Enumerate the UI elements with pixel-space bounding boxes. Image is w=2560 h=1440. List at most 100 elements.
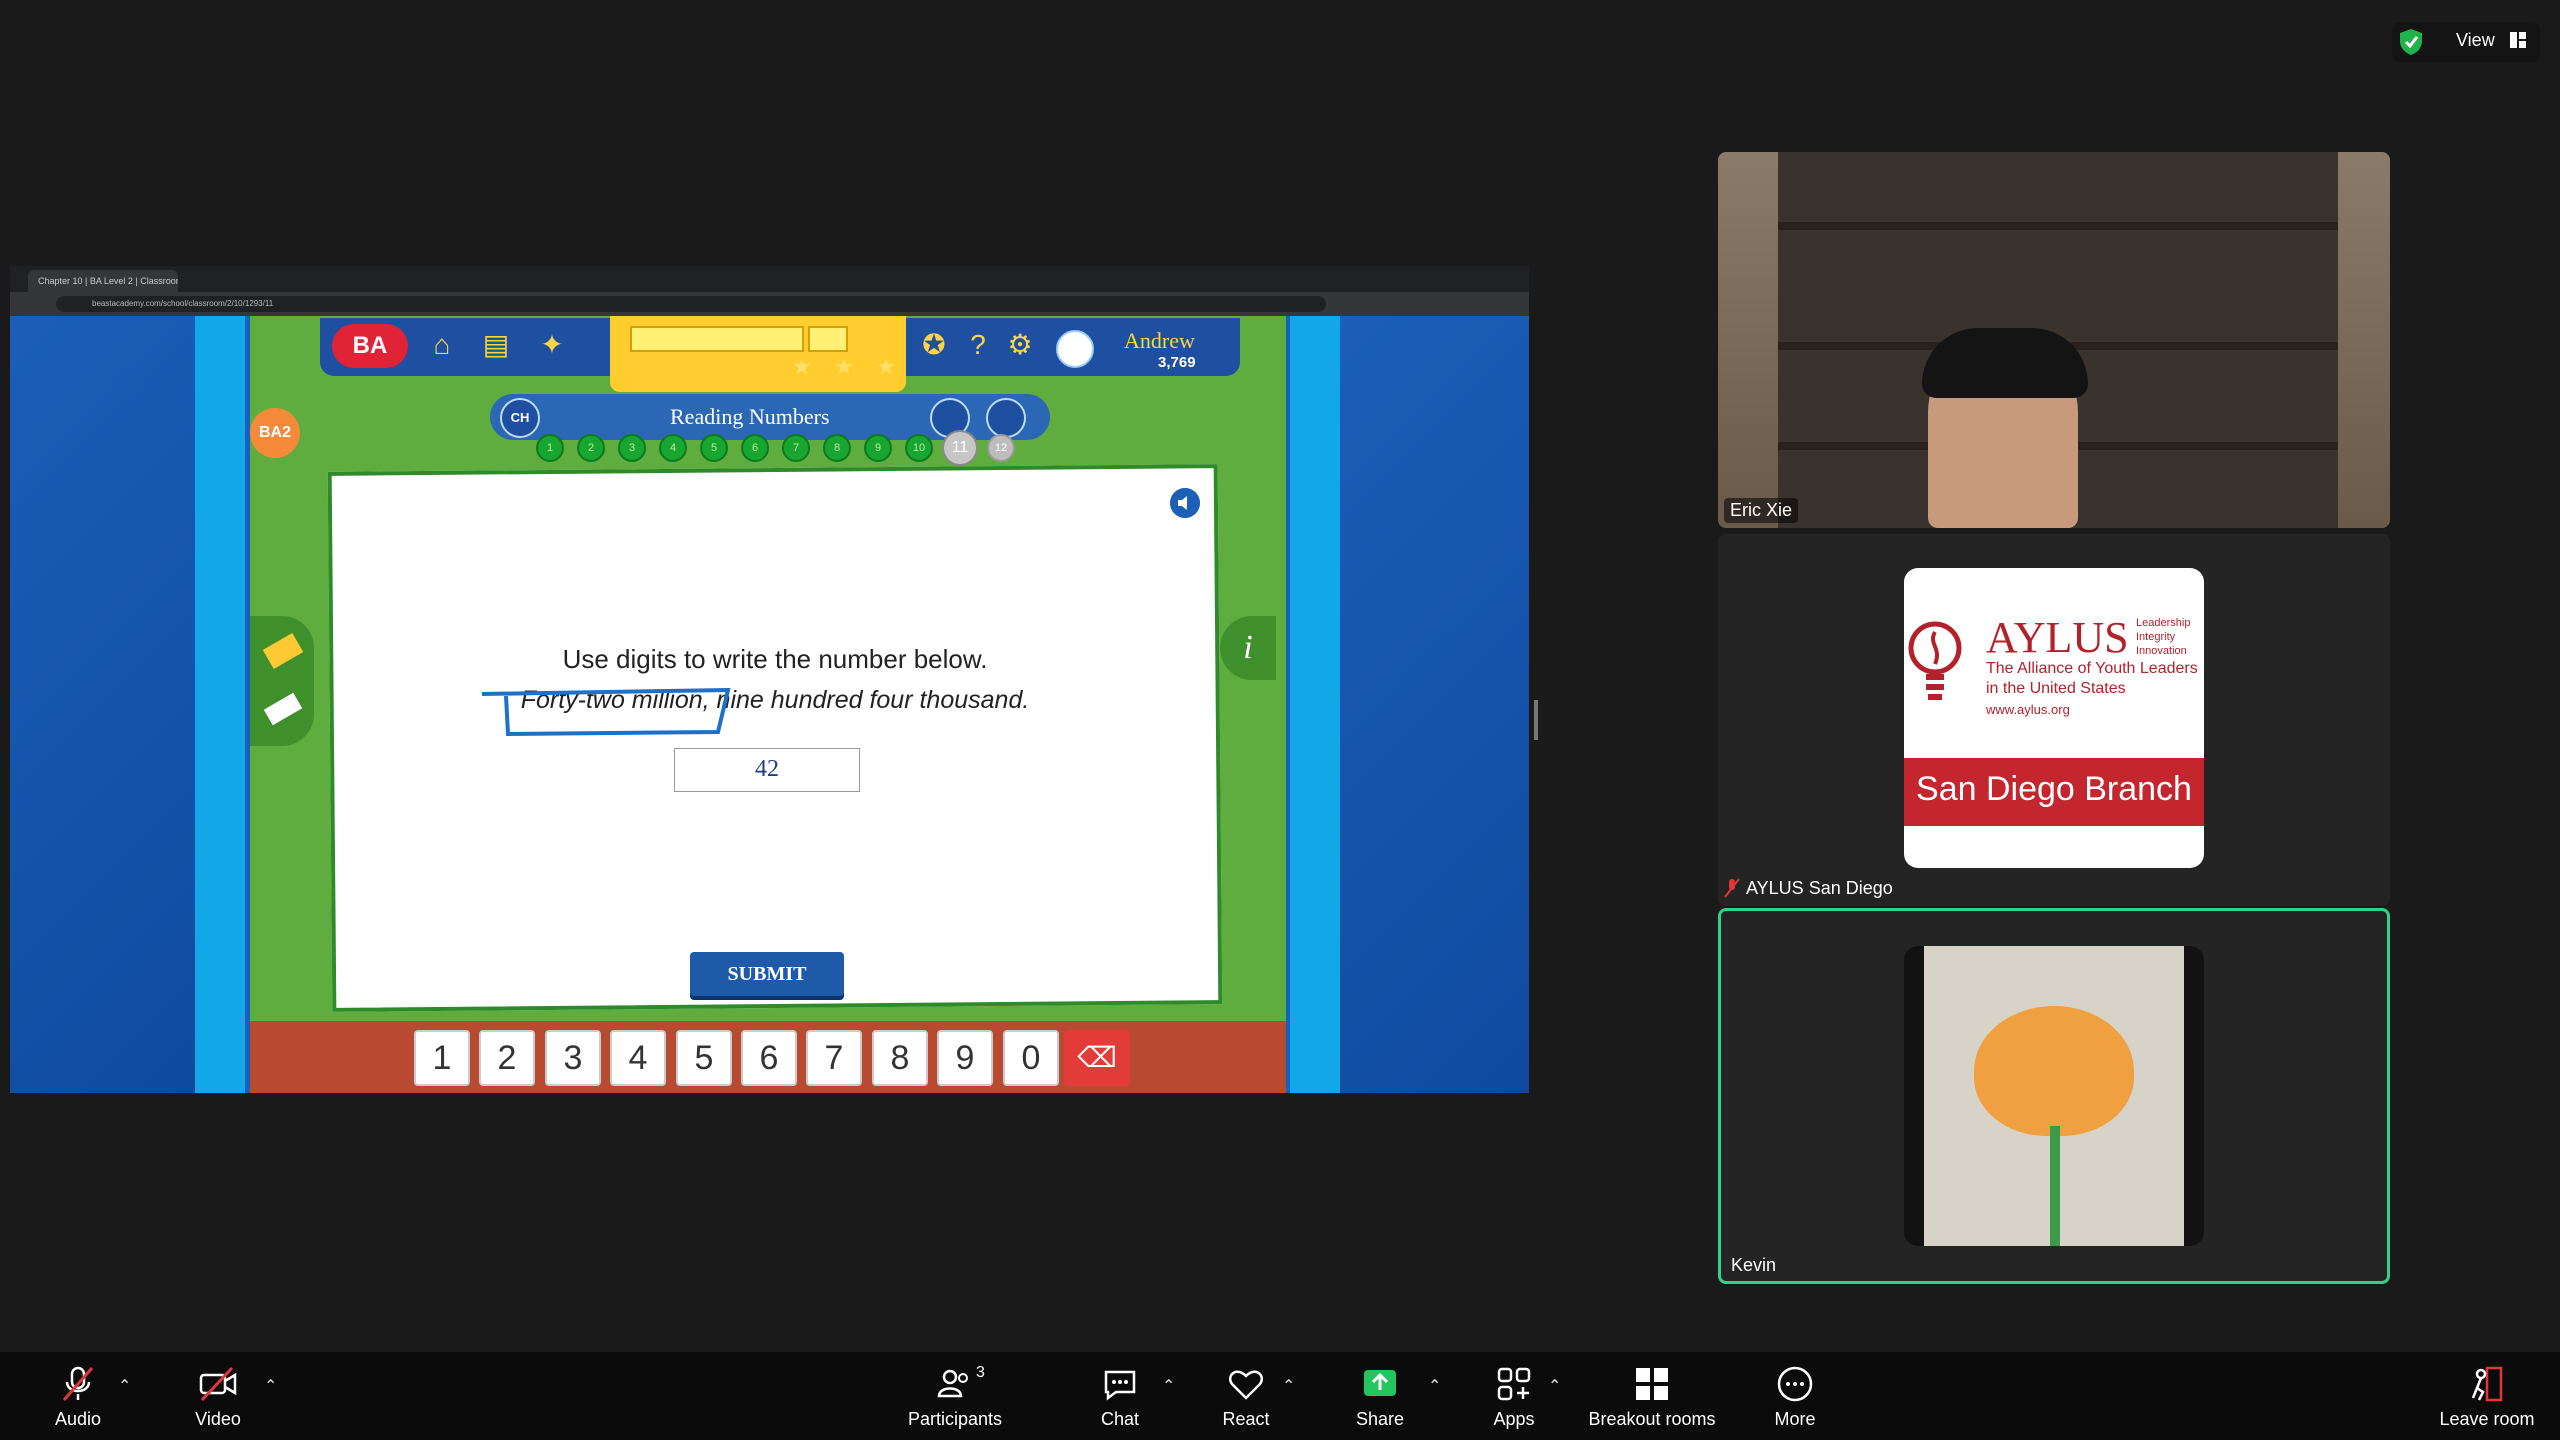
react-options-caret[interactable]: ⌃ xyxy=(1282,1376,1295,1396)
flower-drawing xyxy=(1974,1006,2134,1136)
audio-options-caret[interactable]: ⌃ xyxy=(118,1376,131,1396)
mic-muted-icon xyxy=(62,1366,94,1401)
chat-icon xyxy=(1104,1370,1136,1401)
react-label: React xyxy=(1222,1409,1270,1429)
tagline-item: Leadership xyxy=(2136,617,2191,629)
apps-options-caret[interactable]: ⌃ xyxy=(1548,1376,1561,1396)
browser-tab[interactable]: Chapter 10 | BA Level 2 | Classroom xyxy=(28,270,178,292)
participants-icon xyxy=(937,1369,968,1398)
problem-dot[interactable]: 11 xyxy=(942,430,978,466)
heart-icon xyxy=(1229,1370,1263,1400)
right-background-panel xyxy=(1340,316,1529,1093)
participant-name: Eric Xie xyxy=(1724,498,1799,523)
share-label: Share xyxy=(1355,1409,1405,1429)
lesson-title: Reading Numbers xyxy=(670,404,830,429)
keypad-key[interactable]: 2 xyxy=(479,1030,535,1086)
problem-dot[interactable]: 8 xyxy=(823,434,851,462)
keypad-key[interactable]: 5 xyxy=(676,1030,732,1086)
participant-tile-eric[interactable]: Eric Xie xyxy=(1718,152,2390,528)
chat-button[interactable]: Chat xyxy=(1090,1364,1150,1430)
star-icon: ★ xyxy=(792,354,812,379)
handwritten-circle xyxy=(481,688,731,737)
leave-label: Leave room xyxy=(2439,1409,2535,1429)
keypad-key[interactable]: 8 xyxy=(872,1030,928,1086)
submit-button[interactable]: SUBMIT xyxy=(690,952,844,996)
participants-label: Participants xyxy=(907,1409,1003,1429)
speaker-icon[interactable] xyxy=(1170,488,1200,518)
info-button[interactable]: i xyxy=(1220,616,1276,680)
breakout-label: Breakout rooms xyxy=(1588,1409,1716,1429)
problem-dot[interactable]: 2 xyxy=(577,434,605,462)
share-button[interactable]: Share xyxy=(1350,1364,1410,1430)
chapter-button[interactable]: CH xyxy=(500,398,540,438)
question-text: Use digits to write the number below. xyxy=(562,644,988,674)
more-button[interactable]: More xyxy=(1764,1364,1826,1430)
video-label: Video xyxy=(195,1409,241,1429)
aylus-tagline: Leadership Integrity Innovation xyxy=(2136,616,2190,658)
problem-dot[interactable]: 10 xyxy=(905,434,933,462)
video-options-caret[interactable]: ⌃ xyxy=(264,1376,277,1396)
shelf-board xyxy=(1778,222,2338,230)
video-icon[interactable]: ✦ xyxy=(534,328,570,362)
problem-dot[interactable]: 1 xyxy=(536,434,564,462)
gear-icon[interactable]: ⚙ xyxy=(1002,328,1038,362)
book-icon[interactable]: ▤ xyxy=(478,328,514,362)
problem-dot[interactable]: 4 xyxy=(659,434,687,462)
aylus-url: www.aylus.org xyxy=(1986,702,2070,717)
problem-dot[interactable]: 9 xyxy=(864,434,892,462)
video-button[interactable]: Video xyxy=(188,1364,248,1430)
keypad-key[interactable]: 4 xyxy=(610,1030,666,1086)
more-label: More xyxy=(1774,1409,1816,1429)
audio-button[interactable]: Audio xyxy=(48,1364,108,1430)
shield-check-icon xyxy=(2400,29,2422,55)
aylus-subtitle: The Alliance of Youth Leaders xyxy=(1986,660,2198,677)
problem-dot[interactable]: 6 xyxy=(741,434,769,462)
person-hair xyxy=(1922,328,2088,398)
apps-button[interactable]: Apps xyxy=(1484,1364,1544,1430)
branch-name: San Diego Branch xyxy=(1916,770,2192,808)
url-field[interactable]: beastacademy.com/school/classroom/2/10/1… xyxy=(56,296,1326,312)
leave-icon xyxy=(2471,1366,2503,1402)
problem-dot[interactable]: 7 xyxy=(782,434,810,462)
share-options-caret[interactable]: ⌃ xyxy=(1428,1376,1441,1396)
breakout-rooms-button[interactable]: Breakout rooms xyxy=(1580,1364,1724,1430)
ba-logo[interactable]: BA xyxy=(332,324,408,368)
keypad-key[interactable]: 0 xyxy=(1003,1030,1059,1086)
more-icon xyxy=(1777,1366,1813,1402)
problem-dot[interactable]: 3 xyxy=(618,434,646,462)
keypad-key[interactable]: 6 xyxy=(741,1030,797,1086)
chat-options-caret[interactable]: ⌃ xyxy=(1162,1376,1175,1396)
aylus-subtitle: in the United States xyxy=(1986,680,2126,697)
participant-count: 3 xyxy=(976,1364,985,1381)
problem-dot[interactable]: 5 xyxy=(700,434,728,462)
breakout-rooms-icon xyxy=(1636,1368,1668,1400)
participants-button[interactable]: 3 Participants xyxy=(900,1364,1010,1430)
split-handle[interactable] xyxy=(1534,700,1538,740)
backspace-button[interactable]: ⌫ xyxy=(1064,1030,1130,1086)
mic-muted-icon xyxy=(1724,878,1740,898)
help-icon[interactable]: ? xyxy=(960,328,996,362)
keypad-key[interactable]: 7 xyxy=(806,1030,862,1086)
share-screen-icon xyxy=(1364,1370,1396,1396)
badge-icon[interactable]: ✪ xyxy=(916,328,952,362)
kevin-video xyxy=(1904,946,2204,1246)
leave-room-button[interactable]: Leave room xyxy=(2432,1364,2542,1430)
chat-label: Chat xyxy=(1100,1409,1140,1429)
left-background-panel xyxy=(10,316,195,1093)
keypad-key[interactable]: 1 xyxy=(414,1030,470,1086)
star-icon: ★ xyxy=(876,354,896,379)
grid-view-icon xyxy=(2510,32,2526,48)
level-badge: BA2 xyxy=(250,408,300,458)
avatar[interactable] xyxy=(1056,330,1094,368)
user-name[interactable]: Andrew xyxy=(1124,328,1195,354)
keypad-key[interactable]: 3 xyxy=(545,1030,601,1086)
home-icon[interactable]: ⌂ xyxy=(424,328,460,362)
apps-label: Apps xyxy=(1493,1409,1535,1429)
tagline-item: Integrity xyxy=(2136,631,2176,643)
problem-dot[interactable]: 12 xyxy=(987,434,1015,462)
react-button[interactable]: React xyxy=(1216,1364,1276,1430)
lesson-book-button[interactable] xyxy=(986,398,1026,438)
keypad-key[interactable]: 9 xyxy=(937,1030,993,1086)
problem-card xyxy=(327,464,1223,1012)
star-icon: ★ xyxy=(834,354,854,379)
